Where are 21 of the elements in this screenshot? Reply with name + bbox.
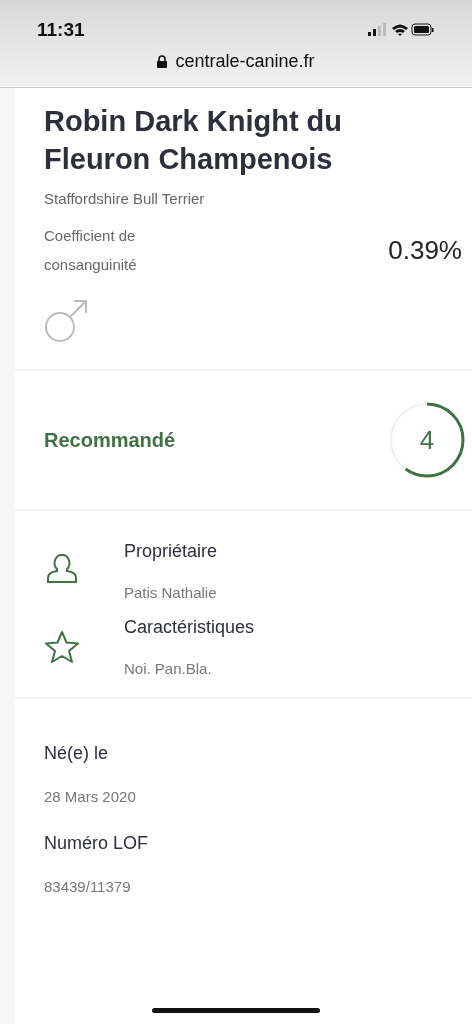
dog-name: Robin Dark Knight du Fleuron Champenois bbox=[44, 104, 344, 177]
detail-label: Numéro LOF bbox=[44, 833, 149, 854]
score-value: 4 bbox=[419, 424, 435, 456]
detail-value: 83439/11379 bbox=[44, 878, 131, 895]
recommendation-label: Recommandé bbox=[44, 428, 176, 452]
info-label: Propriétaire bbox=[124, 541, 218, 562]
male-symbol-icon bbox=[44, 299, 88, 343]
star-icon bbox=[44, 630, 80, 664]
battery-icon bbox=[411, 23, 434, 36]
breed-text: Staffordshire Bull Terrier bbox=[44, 190, 206, 207]
status-time: 11:31 bbox=[37, 19, 85, 41]
info-label: Caractéristiques bbox=[124, 617, 255, 638]
detail-value: 28 Mars 2020 bbox=[44, 788, 136, 805]
detail-label: Né(e) le bbox=[44, 743, 109, 764]
coefficient-label: Coefficient de consanguinité bbox=[44, 226, 138, 275]
coefficient-value: 0.39% bbox=[388, 234, 462, 266]
lock-icon bbox=[157, 55, 168, 68]
info-value: Patis Nathalie bbox=[124, 584, 218, 601]
info-value: Noi. Pan.Bla. bbox=[124, 660, 213, 677]
wifi-icon bbox=[392, 24, 408, 36]
signal-icon bbox=[368, 23, 386, 36]
